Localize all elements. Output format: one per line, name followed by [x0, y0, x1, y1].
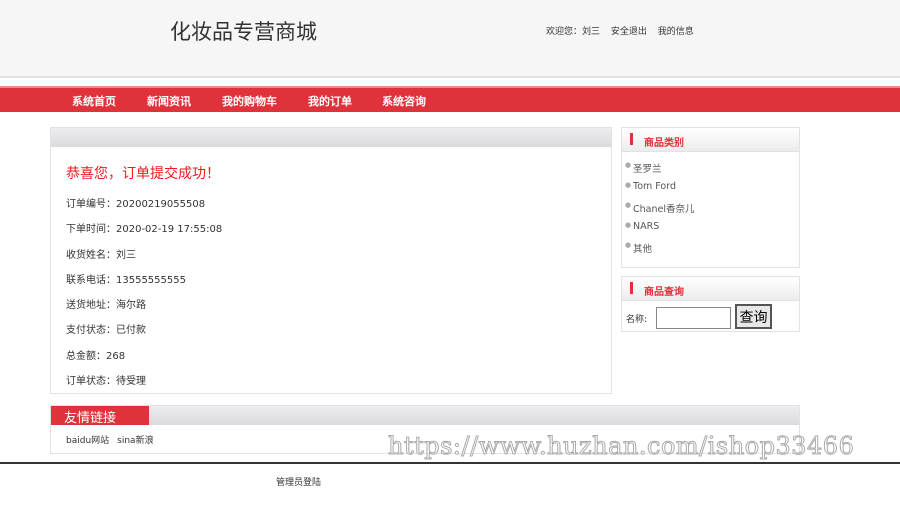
search-header: 商品查询 [622, 277, 799, 301]
order-panel: 恭喜您，订单提交成功！ 订单编号：20200219055508 下单时间：202… [50, 127, 612, 394]
category-header: 商品类别 [622, 128, 799, 152]
category-item[interactable]: ● Chanel香奈儿 [625, 201, 694, 215]
admin-login-link[interactable]: 管理员登陆 [276, 475, 321, 488]
payment-status: 支付状态：已付款 [66, 325, 146, 336]
footer-divider [0, 462, 900, 464]
order-status: 订单状态：待受理 [66, 376, 146, 387]
category-item[interactable]: ● 其他 [625, 241, 652, 255]
address: 送货地址：海尔路 [66, 300, 146, 311]
welcome-text: 欢迎您：刘三 [546, 27, 601, 37]
order-time: 下单时间：2020-02-19 17:55:08 [66, 224, 223, 235]
panel-header [51, 128, 611, 147]
success-message: 恭喜您，订单提交成功！ [66, 166, 220, 182]
search-input[interactable] [656, 307, 731, 329]
search-button[interactable]: 查询 [735, 304, 772, 329]
nav-cart[interactable]: 我的购物车 [222, 93, 277, 109]
nav-news[interactable]: 新闻资讯 [147, 93, 191, 109]
site-title: 化妆品专营商城 [170, 20, 317, 44]
red-marker-icon [630, 282, 633, 294]
nav-consult[interactable]: 系统咨询 [382, 93, 426, 109]
receiver-name: 收货姓名：刘三 [66, 250, 136, 261]
site-header: 化妆品专营商城 欢迎您：刘三 安全退出 我的信息 [0, 0, 900, 78]
category-box: 商品类别 ● 圣罗兰 ● Tom Ford ● Chanel香奈儿 ● NARS ● 其他 [621, 127, 800, 268]
category-item[interactable]: ● NARS [625, 221, 659, 232]
category-item[interactable]: ● Tom Ford [625, 181, 676, 192]
category-item[interactable]: ● 圣罗兰 [625, 161, 662, 175]
red-marker-icon [630, 133, 633, 145]
total-amount: 总金额：268 [66, 351, 126, 362]
nav-orders[interactable]: 我的订单 [308, 93, 352, 109]
link-list: baidu网站 sina新浪 [66, 433, 162, 446]
search-label: 名称: [626, 315, 648, 325]
link-sina[interactable]: sina新浪 [117, 436, 153, 446]
link-baidu[interactable]: baidu网站 [66, 436, 109, 446]
order-number: 订单编号：20200219055508 [66, 199, 206, 210]
friend-links-title: 友情链接 [51, 406, 149, 426]
search-box: 商品查询 名称: 查询 [621, 276, 800, 332]
logout-link[interactable]: 安全退出 [611, 27, 647, 37]
user-bar: 欢迎您：刘三 安全退出 我的信息 [546, 24, 702, 37]
my-info-link[interactable]: 我的信息 [658, 27, 694, 37]
watermark: https://www.huzhan.com/ishop33466 [387, 432, 855, 461]
phone: 联系电话：13555555555 [66, 275, 186, 286]
nav-home[interactable]: 系统首页 [72, 93, 116, 109]
friend-links-header [51, 406, 799, 425]
main-nav: 系统首页 新闻资讯 我的购物车 我的订单 系统咨询 [0, 86, 900, 112]
